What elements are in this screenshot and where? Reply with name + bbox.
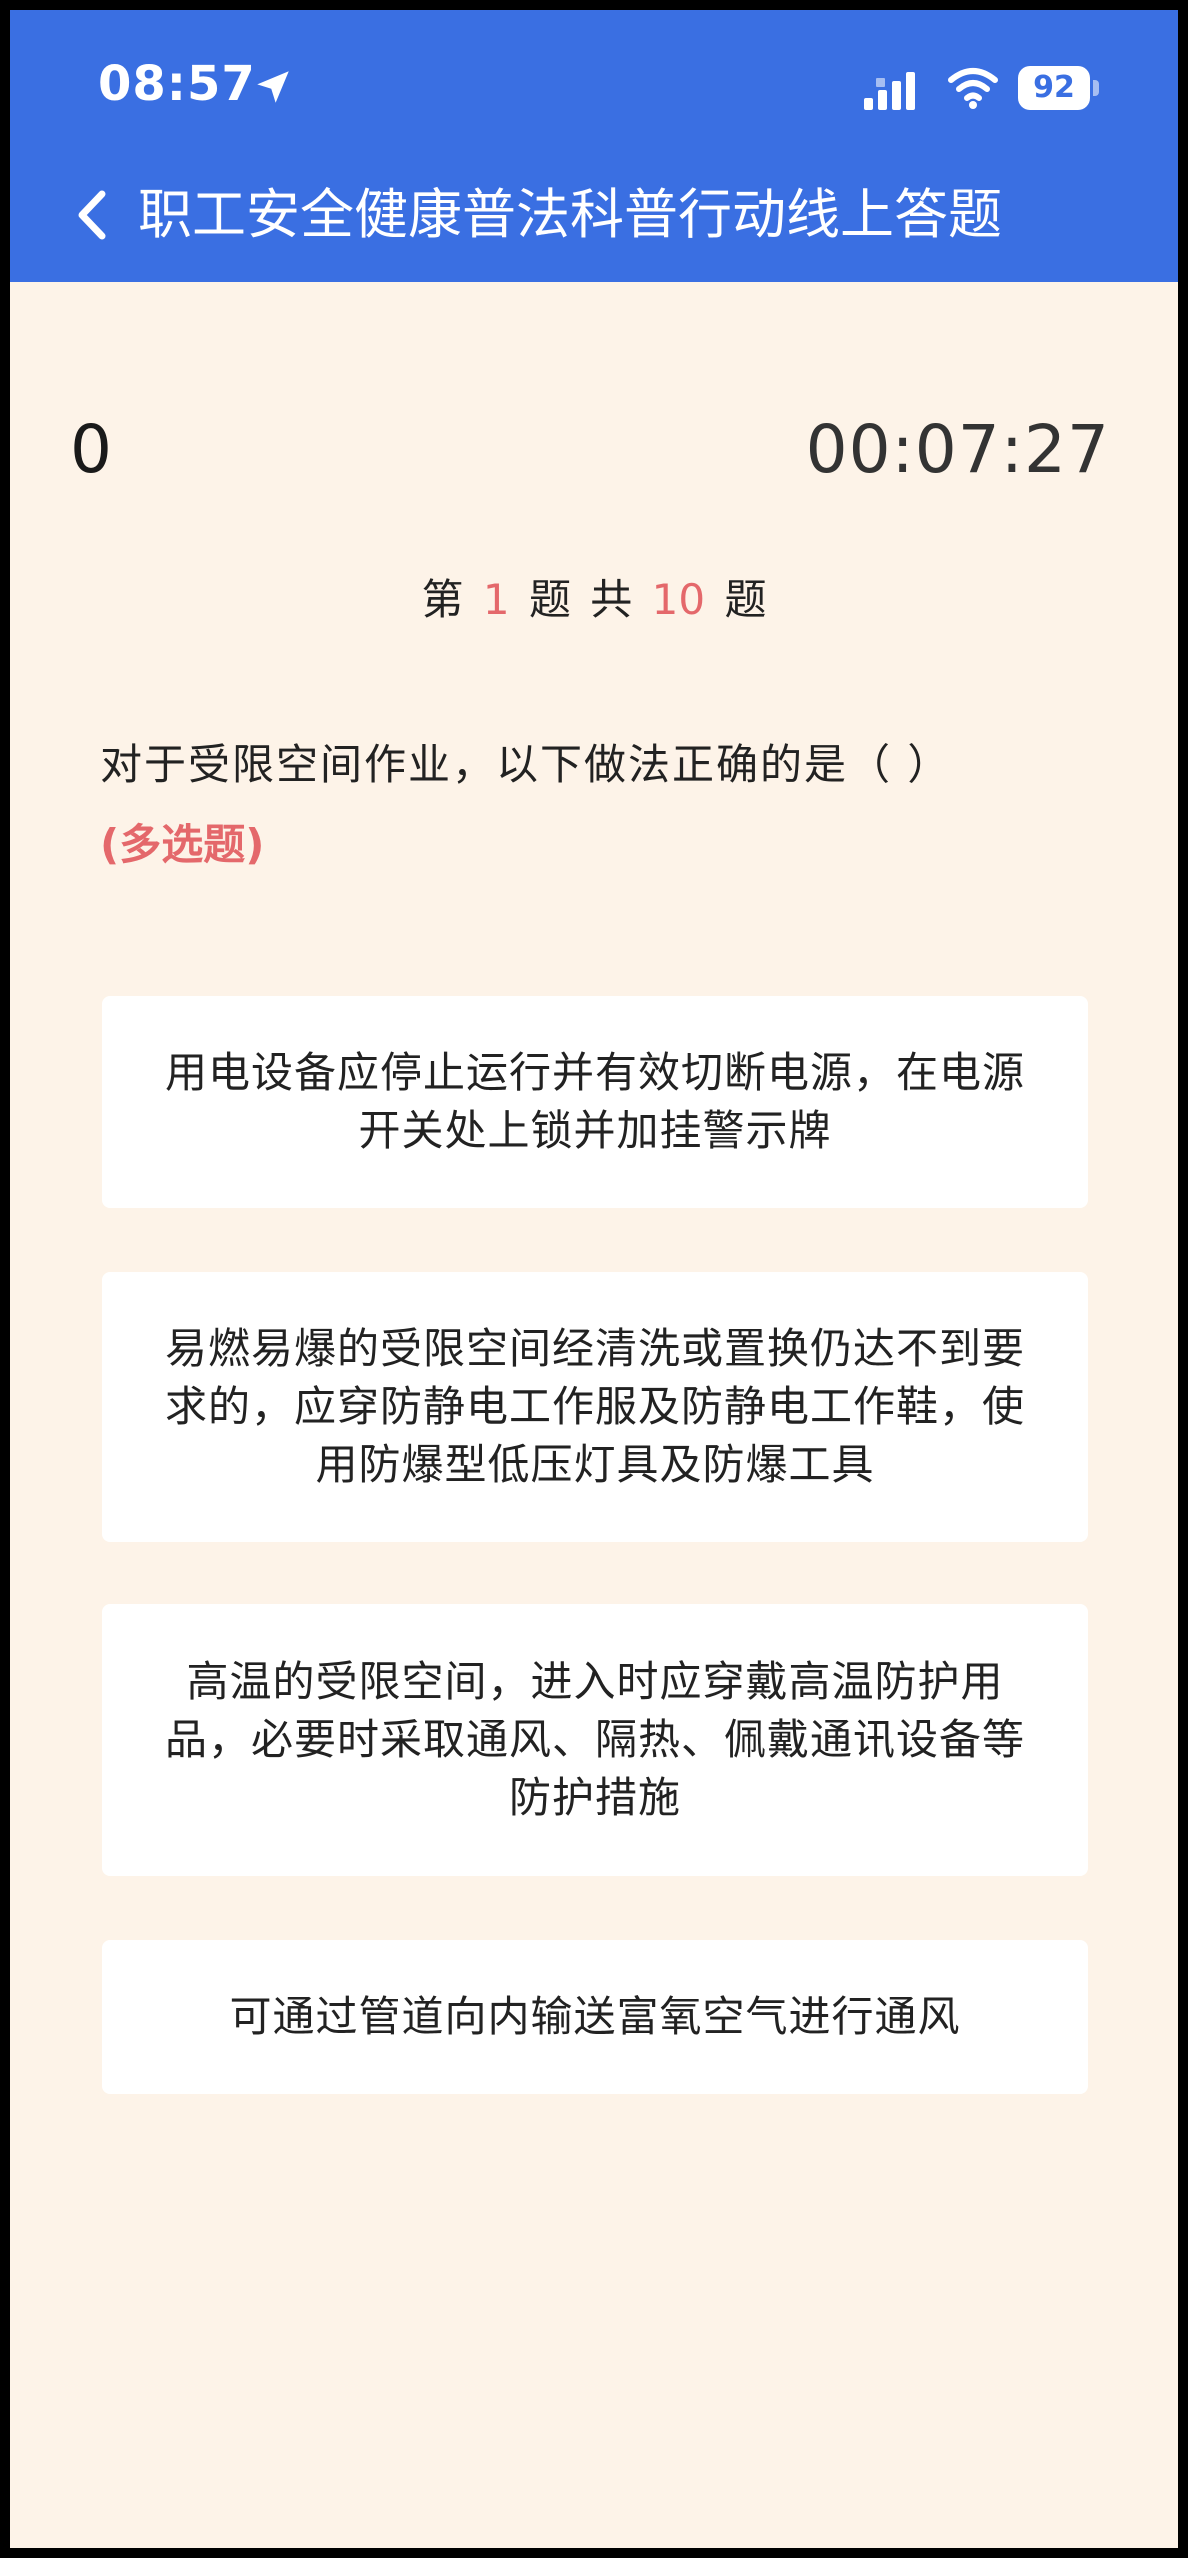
signal-icon: [864, 72, 915, 110]
app-header: 08:57 92 职工安全健康普法科普行动线上答题: [10, 10, 1178, 282]
question-text: 对于受限空间作业，以下做法正确的是（ ）: [100, 740, 952, 789]
location-arrow-icon: [257, 71, 289, 103]
status-time: 08:57: [98, 56, 256, 112]
countdown-timer: 00:07:27: [805, 411, 1110, 488]
wifi-icon: [948, 68, 998, 109]
question-type-label: (多选题): [100, 820, 265, 869]
answer-option[interactable]: 用电设备应停止运行并有效切断电源，在电源开关处上锁并加挂警示牌: [102, 996, 1088, 1208]
battery-icon: 92: [1018, 66, 1100, 110]
chevron-left-icon[interactable]: [62, 178, 122, 252]
page-title: 职工安全健康普法科普行动线上答题: [138, 183, 1002, 246]
answer-option[interactable]: 易燃易爆的受限空间经清洗或置换仍达不到要求的，应穿防静电工作服及防静电工作鞋，使…: [102, 1272, 1088, 1542]
battery-nub: [1093, 80, 1099, 96]
answer-option-label: 用电设备应停止运行并有效切断电源，在电源开关处上锁并加挂警示牌: [164, 1048, 1025, 1155]
progress-suffix: 题: [724, 575, 767, 624]
answer-option-label: 易燃易爆的受限空间经清洗或置换仍达不到要求的，应穿防静电工作服及防静电工作鞋，使…: [164, 1324, 1025, 1489]
current-question-number: 1: [482, 575, 510, 624]
question-progress: 第 1 题 共 10 题: [10, 570, 1178, 630]
answer-option[interactable]: 可通过管道向内输送富氧空气进行通风: [102, 1940, 1088, 2094]
quiz-screen: 08:57 92 职工安全健康普法科普行动线上答题 0 00:07:27 第 1…: [10, 10, 1178, 2548]
total-questions: 10: [651, 575, 706, 624]
answer-option[interactable]: 高温的受限空间，进入时应穿戴高温防护用品，必要时采取通风、隔热、佩戴通讯设备等防…: [102, 1604, 1088, 1876]
progress-prefix: 第: [421, 575, 464, 624]
answer-option-label: 可通过管道向内输送富氧空气进行通风: [229, 1992, 961, 2041]
battery-level: 92: [1018, 66, 1090, 110]
score-value: 0: [70, 411, 112, 488]
progress-middle: 题 共: [528, 575, 633, 624]
answer-option-label: 高温的受限空间，进入时应穿戴高温防护用品，必要时采取通风、隔热、佩戴通讯设备等防…: [164, 1657, 1025, 1822]
